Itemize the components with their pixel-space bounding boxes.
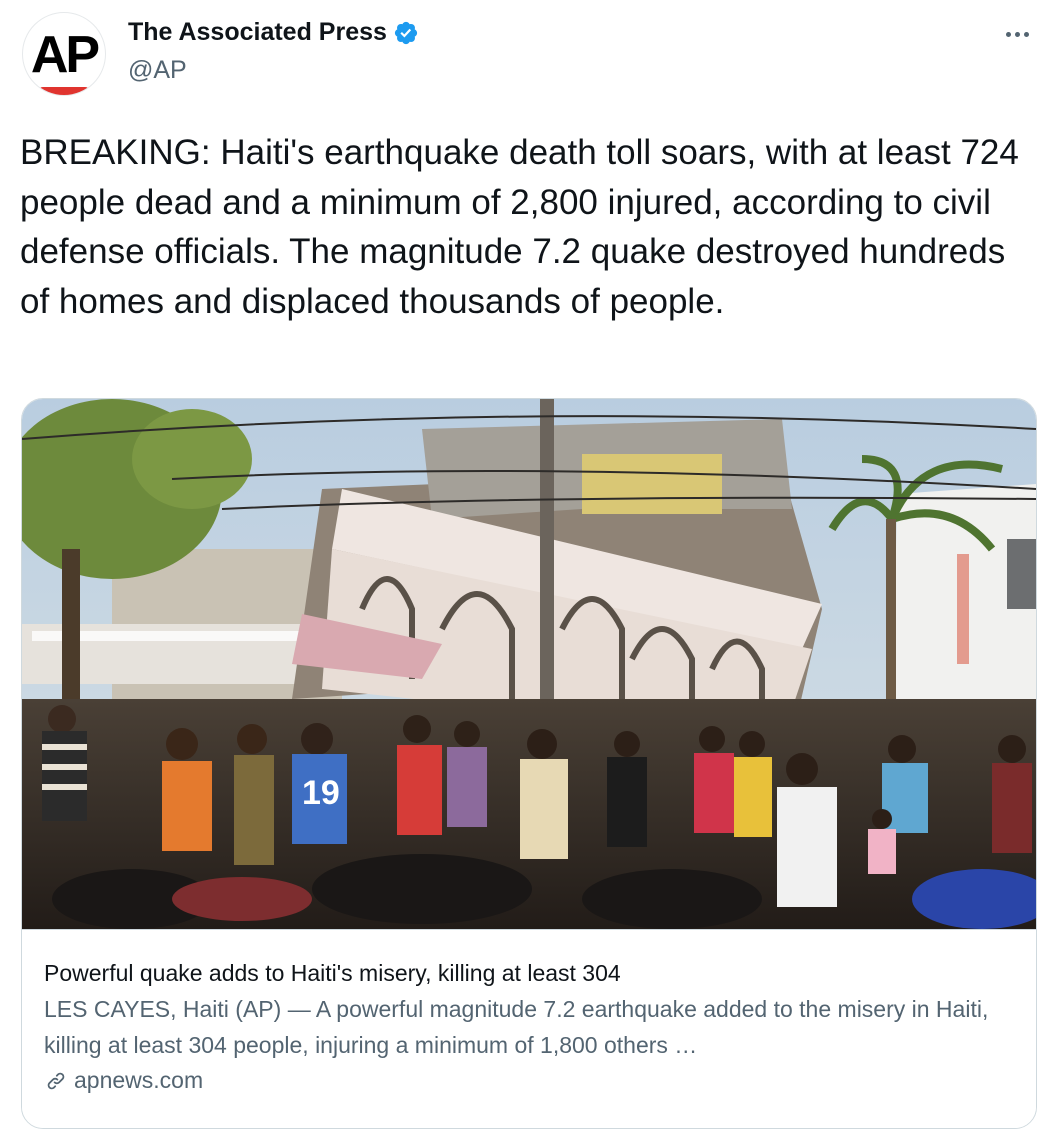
card-domain: apnews.com [74, 1067, 204, 1093]
author-name-row: The Associated Press [128, 18, 419, 47]
link-icon [47, 1072, 65, 1089]
avatar-red-bar [37, 87, 91, 95]
display-name[interactable]: The Associated Press [128, 18, 387, 47]
author-handle[interactable]: @AP [128, 56, 187, 85]
link-card[interactable]: 19 Powerful quake adds to Haiti's misery… [21, 398, 1037, 1129]
avatar-logo-text: AP [30, 26, 100, 84]
verified-badge-icon [394, 21, 418, 44]
avatar[interactable]: AP [22, 12, 106, 96]
card-image: 19 [22, 399, 1036, 929]
card-description: LES CAYES, Haiti (AP) — A powerful magni… [44, 996, 989, 1058]
jersey-number: 19 [302, 774, 340, 812]
tweet-text: BREAKING: Haiti's earthquake death toll … [20, 133, 1019, 321]
card-info: Powerful quake adds to Haiti's misery, k… [22, 929, 1036, 1128]
card-title: Powerful quake adds to Haiti's misery, k… [44, 960, 621, 986]
card-domain-row: apnews.com [44, 1067, 1014, 1094]
more-options-icon[interactable] [1006, 26, 1036, 42]
